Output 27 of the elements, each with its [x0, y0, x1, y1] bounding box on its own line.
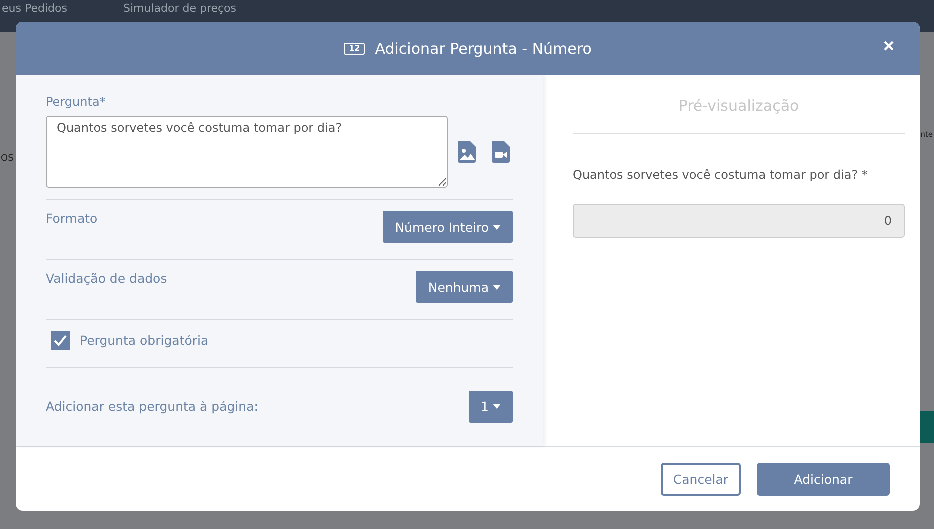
- field-label: Adicionar esta pergunta à página:: [46, 399, 258, 414]
- field-label: Validação de dados: [46, 271, 168, 286]
- caret-icon: [493, 284, 501, 290]
- dropdown-button[interactable]: 1: [469, 390, 513, 422]
- cancel-button[interactable]: Cancelar: [661, 462, 741, 496]
- page-bar: [920, 411, 934, 443]
- video-file-icon[interactable]: [492, 141, 510, 163]
- field-label: Pergunta*: [46, 95, 106, 109]
- caret-icon: [493, 224, 501, 230]
- checkbox[interactable]: [51, 331, 70, 350]
- image-file-icon[interactable]: [458, 141, 476, 163]
- page-text: OS: [1, 154, 14, 164]
- field-label: Formato: [46, 211, 98, 226]
- preview-title: Pré-visualização: [573, 75, 905, 134]
- nav-item[interactable]: Simulador de preços: [123, 2, 237, 16]
- question-field[interactable]: Quantos sorvetes você costuma tomar por dia?: [46, 116, 448, 188]
- number-badge: 12: [344, 42, 366, 54]
- checkbox-label: Pergunta obrigatória: [80, 333, 209, 348]
- dropdown-button[interactable]: Número Inteiro: [383, 211, 513, 243]
- checkmark-icon: [54, 334, 67, 346]
- dropdown-button[interactable]: Nenhuma: [416, 271, 513, 303]
- caret-icon: [493, 404, 501, 409]
- dialog-title: Adicionar Pergunta - Número: [375, 40, 592, 58]
- nav-item[interactable]: eus Pedidos: [2, 2, 68, 16]
- number-field[interactable]: 0: [573, 204, 905, 238]
- preview-question: Quantos sorvetes você costuma tomar por dia? *: [573, 168, 869, 182]
- add-button[interactable]: Adicionar: [757, 462, 890, 496]
